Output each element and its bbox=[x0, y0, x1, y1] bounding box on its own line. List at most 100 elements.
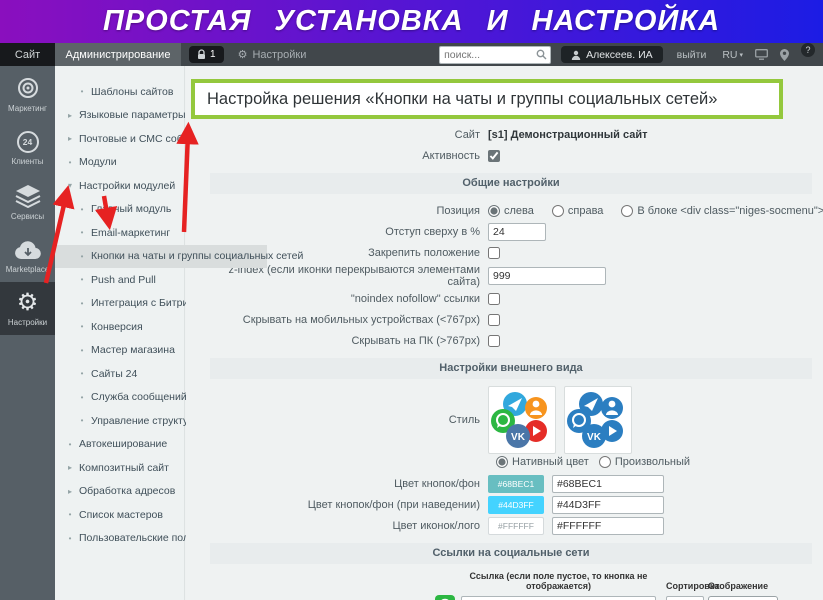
rail-item-marketing[interactable]: Маркетинг bbox=[0, 66, 55, 121]
monitor-icon[interactable] bbox=[755, 43, 768, 66]
rail-item-services[interactable]: Сервисы bbox=[0, 174, 55, 229]
page-title: Настройка решения «Кнопки на чаты и груп… bbox=[191, 79, 783, 119]
style-native-preview[interactable]: VK bbox=[488, 386, 556, 454]
location-pin-icon[interactable] bbox=[780, 43, 789, 66]
topbar-spacer bbox=[306, 43, 439, 66]
icon-color-swatch[interactable]: #FFFFFF bbox=[488, 517, 544, 535]
menu-item-push-and-pull[interactable]: •Push and Pull bbox=[55, 268, 184, 292]
topbar-settings-button[interactable]: ⚙ Настройки bbox=[238, 43, 307, 66]
menu-item-language-params[interactable]: ▸Языковые параметры bbox=[55, 104, 184, 128]
menu-item-autocache[interactable]: •Автокеширование bbox=[55, 433, 184, 457]
menu-item-structure-management[interactable]: •Управление структурой bbox=[55, 409, 184, 433]
logout-link[interactable]: выйти bbox=[677, 43, 707, 66]
icon-color-label: Цвет иконок/лого bbox=[210, 520, 488, 532]
tab-admin[interactable]: Администрирование bbox=[55, 43, 181, 66]
noindex-label: "noindex nofollow" ссылки bbox=[210, 293, 488, 305]
custom-color-label: Произвольный bbox=[615, 456, 690, 468]
rail-item-marketplace[interactable]: Marketplace bbox=[0, 229, 55, 282]
menu-item-site-templates[interactable]: •Шаблоны сайтов bbox=[55, 80, 184, 104]
language-selector[interactable]: RU ▾ bbox=[722, 43, 743, 66]
menu-item-email-marketing[interactable]: •Email-маркетинг bbox=[55, 221, 184, 245]
style-color-mode: Нативный цвет Произвольный bbox=[496, 456, 812, 468]
menu-item-social-buttons[interactable]: •Кнопки на чаты и группы социальных сете… bbox=[55, 245, 267, 269]
offset-label: Отступ сверху в % bbox=[210, 226, 488, 238]
menu-item-message-service[interactable]: •Служба сообщений bbox=[55, 386, 184, 410]
rail-item-clients[interactable]: 24 Клиенты bbox=[0, 121, 55, 174]
position-block-label: В блоке <div class="niges-socmenu"></div… bbox=[637, 205, 823, 217]
menu-item-masters-list[interactable]: •Список мастеров bbox=[55, 503, 184, 527]
marketing-icon bbox=[16, 76, 40, 100]
settings-gear-icon: ⚙ bbox=[17, 292, 39, 314]
button-color-swatch[interactable]: #68BEC1 bbox=[488, 475, 544, 493]
svg-text:VK: VK bbox=[587, 432, 602, 443]
hover-color-input[interactable] bbox=[552, 496, 664, 514]
menu-item-sites24[interactable]: •Сайты 24 bbox=[55, 362, 184, 386]
menu-item-bitrix24-integration[interactable]: •Интеграция с Битрикс2 bbox=[55, 292, 184, 316]
appearance-header: Настройки внешнего вида bbox=[210, 358, 812, 379]
rail-label-settings: Настройки bbox=[8, 318, 47, 327]
custom-color-radio[interactable] bbox=[599, 456, 611, 468]
rail-item-settings[interactable]: ⚙ Настройки bbox=[0, 282, 55, 335]
activity-label: Активность bbox=[210, 150, 488, 162]
hide-mobile-row: Скрывать на мобильных устройствах (<767p… bbox=[210, 310, 812, 330]
zindex-input[interactable] bbox=[488, 267, 606, 285]
hover-color-swatch[interactable]: #44D3FF bbox=[488, 496, 544, 514]
icon-color-row: Цвет иконок/лого #FFFFFF bbox=[210, 516, 812, 536]
whatsapp-display-select[interactable]: Всегда bbox=[708, 596, 778, 600]
hide-pc-label: Скрывать на ПК (>767px) bbox=[210, 335, 488, 347]
noindex-checkbox[interactable] bbox=[488, 293, 500, 305]
position-right-label: справа bbox=[568, 205, 604, 217]
activity-row: Активность bbox=[210, 146, 812, 166]
position-block-radio[interactable] bbox=[621, 205, 633, 217]
site-value: [s1] Демонстрационный сайт bbox=[488, 129, 648, 141]
button-color-label: Цвет кнопок/фон bbox=[210, 478, 488, 490]
menu-item-mail-sms-events[interactable]: ▸Почтовые и СМС события bbox=[55, 127, 184, 151]
activity-checkbox[interactable] bbox=[488, 150, 500, 162]
lock-icon bbox=[197, 49, 206, 60]
whatsapp-link-input[interactable] bbox=[461, 596, 656, 600]
pin-checkbox[interactable] bbox=[488, 247, 500, 259]
menu-item-conversion[interactable]: •Конверсия bbox=[55, 315, 184, 339]
style-label: Стиль bbox=[210, 414, 488, 426]
native-color-radio[interactable] bbox=[496, 456, 508, 468]
button-color-row: Цвет кнопок/фон #68BEC1 bbox=[210, 474, 812, 494]
position-right-radio[interactable] bbox=[552, 205, 564, 217]
whatsapp-row: whatsapp.com: Всегда bbox=[210, 595, 812, 600]
links-table-header: Ссылка (если поле пустое, то кнопка не о… bbox=[210, 571, 812, 591]
notifications-button[interactable]: 1 bbox=[189, 46, 224, 63]
help-icon[interactable]: ? bbox=[801, 43, 815, 57]
menu-item-user-fields[interactable]: •Пользовательские поля bbox=[55, 527, 184, 551]
hover-color-label: Цвет кнопок/фон (при наведении) bbox=[210, 499, 488, 511]
icon-color-input[interactable] bbox=[552, 517, 664, 535]
menu-item-address-processing[interactable]: ▸Обработка адресов bbox=[55, 480, 184, 504]
sort-column-header: Сортировка bbox=[666, 581, 706, 591]
cloud-download-icon bbox=[14, 239, 42, 261]
site-row: Сайт [s1] Демонстрационный сайт bbox=[210, 125, 812, 145]
link-column-header: Ссылка (если поле пустое, то кнопка не о… bbox=[461, 571, 656, 591]
offset-row: Отступ сверху в % bbox=[210, 222, 812, 242]
site-label: Сайт bbox=[210, 129, 488, 141]
offset-input[interactable] bbox=[488, 223, 546, 241]
position-left-radio[interactable] bbox=[488, 205, 500, 217]
noindex-row: "noindex nofollow" ссылки bbox=[210, 289, 812, 309]
menu-item-main-module[interactable]: •Главный модуль bbox=[55, 198, 184, 222]
tab-site[interactable]: Сайт bbox=[0, 43, 55, 66]
position-left-label: слева bbox=[504, 205, 534, 217]
menu-item-modules[interactable]: •Модули bbox=[55, 151, 184, 175]
language-label: RU bbox=[722, 49, 737, 61]
menu-item-composite-site[interactable]: ▸Композитный сайт bbox=[55, 456, 184, 480]
topbar: Сайт Администрирование 1 ⚙ Настройки Але… bbox=[0, 43, 823, 66]
whatsapp-sort-input[interactable] bbox=[666, 596, 704, 600]
button-color-input[interactable] bbox=[552, 475, 664, 493]
menu-item-module-settings[interactable]: ▾Настройки модулей bbox=[55, 174, 184, 198]
hide-mobile-checkbox[interactable] bbox=[488, 314, 500, 326]
rail-label-services: Сервисы bbox=[11, 212, 44, 221]
rail-label-marketplace: Marketplace bbox=[6, 265, 50, 274]
style-custom-preview[interactable]: VK bbox=[564, 386, 632, 454]
hide-pc-checkbox[interactable] bbox=[488, 335, 500, 347]
search-input[interactable] bbox=[439, 46, 551, 64]
user-menu[interactable]: Алексеев. ИА bbox=[561, 46, 663, 63]
general-settings-header: Общие настройки bbox=[210, 173, 812, 194]
user-icon bbox=[571, 50, 581, 60]
menu-item-shop-master[interactable]: •Мастер магазина bbox=[55, 339, 184, 363]
